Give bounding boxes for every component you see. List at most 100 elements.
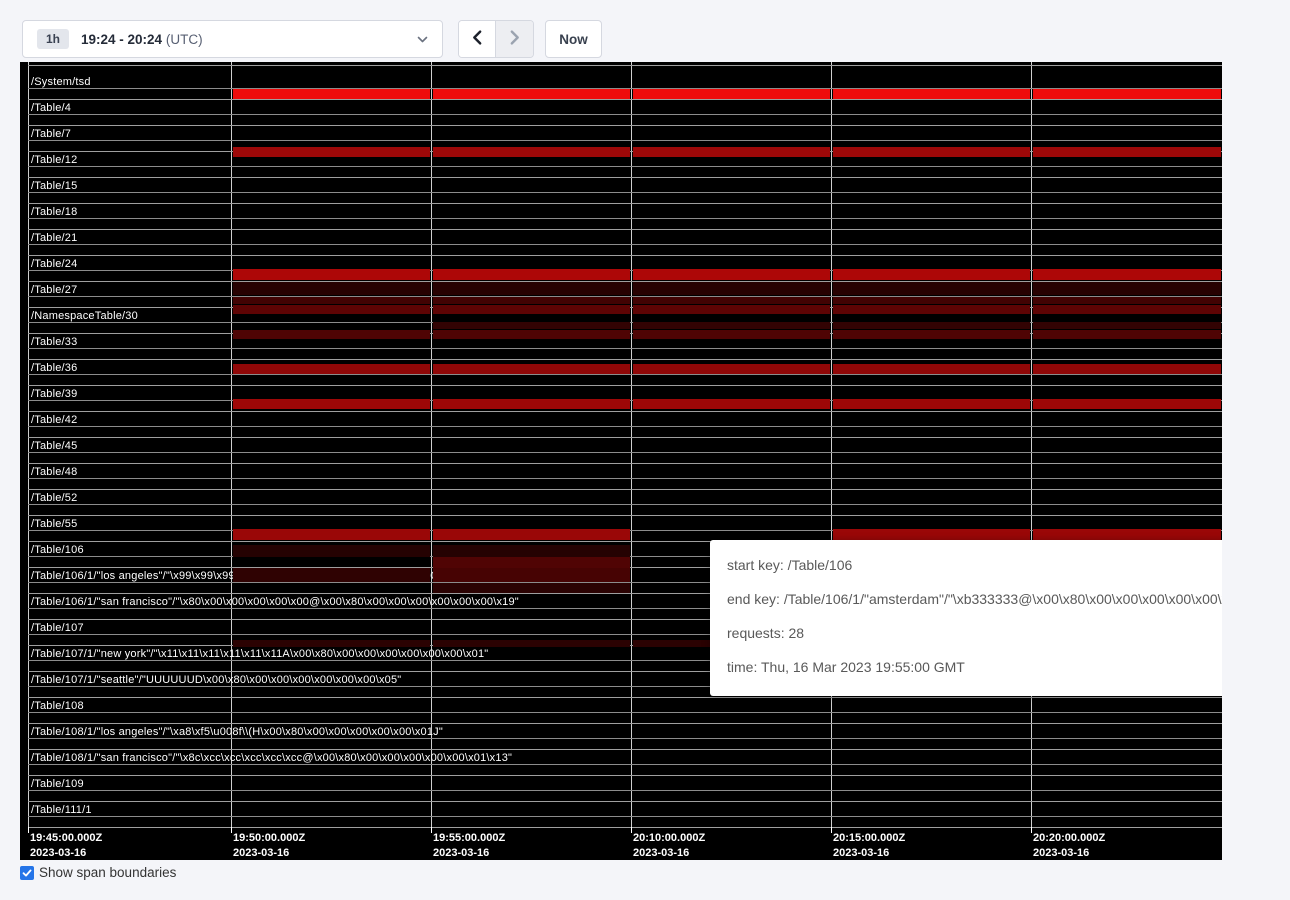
span-boundary-line: [28, 229, 1222, 230]
heat-stripe: [433, 529, 630, 540]
row-label: /Table/106: [31, 544, 84, 557]
heat-stripe: [633, 297, 830, 304]
heat-stripe: [1033, 529, 1221, 540]
row-label: /Table/106/1/"san francisco"/"\x80\x00\x…: [31, 596, 519, 609]
heat-stripe: [233, 330, 430, 339]
heat-stripe: [1033, 297, 1221, 304]
row-label: /NamespaceTable/30: [31, 310, 138, 323]
heat-stripe: [1033, 147, 1221, 157]
span-boundary-line: [28, 348, 1222, 349]
heat-stripe: [233, 305, 430, 314]
time-range-dropdown[interactable]: 1h 19:24 - 20:24 (UTC): [22, 20, 443, 58]
heat-stripe: [433, 568, 630, 582]
axis-tick: [231, 827, 232, 833]
span-boundary-line: [28, 515, 1222, 516]
span-boundary-line: [28, 712, 1222, 713]
heat-stripe: [633, 282, 830, 295]
heat-stripe: [233, 269, 430, 280]
heat-stripe: [433, 147, 630, 157]
heat-stripe: [633, 330, 830, 339]
heat-stripe: [1033, 322, 1221, 329]
tooltip-time: time: Thu, 16 Mar 2023 19:55:00 GMT: [727, 650, 1222, 684]
heat-stripe: [833, 364, 1030, 374]
heat-stripe: [433, 89, 630, 99]
heat-stripe: [1033, 364, 1221, 374]
heat-stripe: [433, 282, 630, 295]
axis-tick-label: 19:50:00.000Z2023-03-16: [233, 831, 305, 860]
heat-stripe: [433, 399, 630, 409]
axis-tick-label: 20:20:00.000Z2023-03-16: [1033, 831, 1105, 860]
heat-stripe: [633, 89, 830, 99]
span-boundary-line: [28, 697, 1222, 698]
heat-stripe: [1033, 269, 1221, 280]
heat-stripe: [833, 305, 1030, 314]
prev-window-button[interactable]: [459, 21, 496, 57]
heat-stripe: [233, 147, 430, 157]
heat-stripe: [233, 399, 430, 409]
span-boundary-line: [28, 218, 1222, 219]
span-boundary-line: [28, 385, 1222, 386]
row-label: /Table/4: [31, 102, 71, 115]
heat-stripe: [433, 545, 630, 557]
axis-tick-label: 20:15:00.000Z2023-03-16: [833, 831, 905, 860]
span-boundary-line: [28, 114, 1222, 115]
chevron-right-icon: [506, 29, 523, 49]
row-label: /Table/108/1/"san francisco"/"\x8c\xcc\x…: [31, 752, 512, 765]
span-boundary-line: [28, 723, 1222, 724]
now-button[interactable]: Now: [545, 20, 602, 58]
row-label: /Table/109: [31, 778, 84, 791]
span-boundary-line: [28, 140, 1222, 141]
heat-stripe: [633, 322, 830, 329]
chevron-down-icon: [416, 33, 429, 46]
axis-line: [28, 827, 1222, 828]
heat-stripe: [833, 322, 1030, 329]
show-span-boundaries-control[interactable]: Show span boundaries: [20, 866, 176, 880]
row-label: /Table/7: [31, 128, 71, 141]
row-label: /Table/45: [31, 440, 77, 453]
span-boundary-line: [28, 489, 1222, 490]
heat-stripe: [633, 364, 830, 374]
heat-stripe: [433, 269, 630, 280]
heat-stripe: [633, 399, 830, 409]
heat-stripe: [833, 89, 1030, 99]
span-boundary-line: [28, 374, 1222, 375]
row-label: /Table/42: [31, 414, 77, 427]
heat-stripe: [833, 282, 1030, 295]
heat-stripe: [433, 297, 630, 304]
span-boundary-line: [28, 244, 1222, 245]
time-window-nav: [458, 20, 534, 58]
heat-stripe: [433, 583, 630, 593]
heat-stripe: [433, 322, 630, 329]
heat-stripe: [833, 269, 1030, 280]
next-window-button[interactable]: [496, 21, 533, 57]
span-boundary-line: [28, 437, 1222, 438]
time-range-duration-badge: 1h: [37, 29, 69, 49]
heat-stripe: [433, 640, 630, 647]
heat-stripe: [433, 305, 630, 314]
row-label: /Table/33: [31, 336, 77, 349]
row-label: /Table/52: [31, 492, 77, 505]
row-label: /Table/36: [31, 362, 77, 375]
show-span-boundaries-label: Show span boundaries: [39, 866, 176, 880]
row-label: /Table/108: [31, 700, 84, 713]
heat-stripe: [433, 557, 630, 568]
key-visualizer-canvas[interactable]: /System/tsd/Table/4/Table/7/Table/12/Tab…: [20, 62, 1222, 860]
heat-stripe: [433, 364, 630, 374]
span-boundary-line: [28, 192, 1222, 193]
row-label: /Table/111/1: [31, 804, 92, 817]
span-boundary-line: [28, 504, 1222, 505]
heat-stripe: [433, 330, 630, 339]
heat-stripe: [833, 297, 1030, 304]
row-label: /Table/55: [31, 518, 77, 531]
span-boundary-line: [28, 359, 1222, 360]
axis-tick: [28, 827, 29, 833]
row-label: /Table/21: [31, 232, 77, 245]
row-label: /System/tsd: [31, 76, 91, 89]
row-label: /Table/18: [31, 206, 77, 219]
row-label: /Table/48: [31, 466, 77, 479]
heat-stripe: [233, 640, 430, 647]
axis-tick: [1031, 827, 1032, 833]
heat-stripe: [233, 282, 430, 295]
axis-tick-label: 20:10:00.000Z2023-03-16: [633, 831, 705, 860]
show-span-boundaries-checkbox[interactable]: [20, 866, 34, 880]
